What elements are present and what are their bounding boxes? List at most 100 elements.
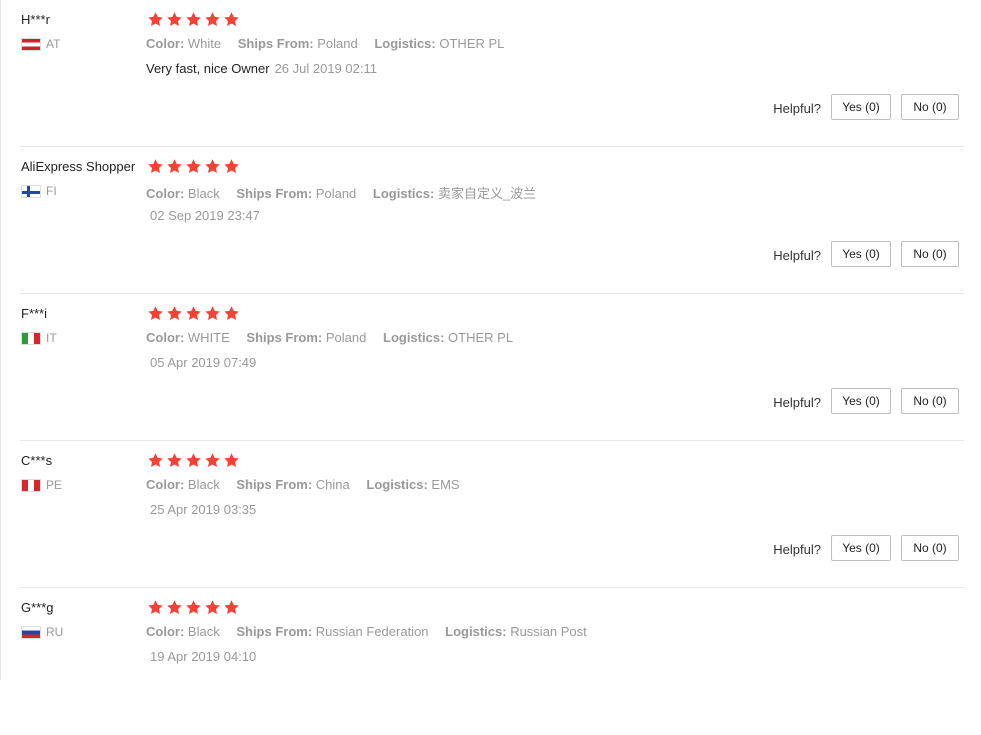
color-value: White xyxy=(187,36,222,51)
logistics-value: OTHER PL xyxy=(448,330,514,345)
star-icon xyxy=(223,158,240,175)
ships-from-value: Russian Federation xyxy=(315,624,429,639)
reviewer-country: IT xyxy=(21,331,57,345)
order-info: Color: Black Ships From: Russian Federat… xyxy=(146,624,600,639)
star-rating xyxy=(147,452,240,469)
star-icon xyxy=(166,599,183,616)
review-date: 05 Apr 2019 07:49 xyxy=(150,355,257,370)
ships-from-label: Ships From: xyxy=(236,477,313,492)
review-date: 19 Apr 2019 04:10 xyxy=(150,649,257,664)
country-code: IT xyxy=(46,331,57,345)
ships-from-value: Poland xyxy=(317,36,358,51)
color-label: Color: xyxy=(146,624,185,639)
reviewer-name: AliExpress Shopper xyxy=(21,159,136,174)
logistics-label: Logistics: xyxy=(383,330,445,345)
review-item: F***i IT Color: WHITE Ships From: Poland… xyxy=(0,294,981,441)
logistics-value: Russian Post xyxy=(510,624,587,639)
country-code: PE xyxy=(46,478,63,492)
logistics-value: 卖家自定义_波兰 xyxy=(437,186,537,201)
star-icon xyxy=(185,305,202,322)
helpful-label: Helpful? xyxy=(773,395,821,410)
star-icon xyxy=(204,305,221,322)
italy-flag-icon xyxy=(21,331,41,345)
star-icon xyxy=(147,305,164,322)
country-code: RU xyxy=(46,625,64,639)
ships-from-label: Ships From: xyxy=(246,330,323,345)
helpful-no-button[interactable]: No (0) xyxy=(901,94,959,120)
star-icon xyxy=(185,452,202,469)
color-label: Color: xyxy=(146,330,185,345)
ships-from-label: Ships From: xyxy=(237,36,314,51)
reviewer-name: C***s xyxy=(21,453,53,468)
peru-flag-icon xyxy=(21,478,41,492)
helpful-no-button[interactable]: No (0) xyxy=(901,388,959,414)
star-icon xyxy=(166,452,183,469)
review-item: C***s PE Color: Black Ships From: China … xyxy=(0,441,981,588)
helpful-yes-button[interactable]: Yes (0) xyxy=(831,241,891,267)
helpful-yes-button[interactable]: Yes (0) xyxy=(831,535,891,561)
helpful-label: Helpful? xyxy=(773,248,821,263)
star-icon xyxy=(204,11,221,28)
reviewer-country: RU xyxy=(21,625,63,639)
review-content: 19 Apr 2019 04:10 xyxy=(146,649,256,664)
review-item: G***g RU Color: Black Ships From: Russia… xyxy=(0,588,981,735)
star-icon xyxy=(204,452,221,469)
star-icon xyxy=(223,452,240,469)
helpful-no-button[interactable]: No (0) xyxy=(901,535,959,561)
helpful-label: Helpful? xyxy=(773,101,821,116)
reviewer-name: H***r xyxy=(21,12,50,27)
star-icon xyxy=(166,158,183,175)
review-date: 02 Sep 2019 23:47 xyxy=(150,208,260,223)
russia-flag-icon xyxy=(21,625,41,639)
reviewer-name: F***i xyxy=(21,306,48,321)
country-code: AT xyxy=(46,37,61,51)
ships-from-value: Poland xyxy=(325,330,367,345)
logistics-value: EMS xyxy=(431,477,460,492)
ships-from-value: China xyxy=(315,477,350,492)
ships-from-value: Poland xyxy=(315,186,357,201)
review-content: 02 Sep 2019 23:47 xyxy=(146,208,260,223)
reviewer-country: PE xyxy=(21,478,62,492)
logistics-label: Logistics: xyxy=(366,477,428,492)
star-icon xyxy=(147,158,164,175)
color-label: Color: xyxy=(146,186,185,201)
helpful-yes-button[interactable]: Yes (0) xyxy=(831,388,891,414)
star-icon xyxy=(185,599,202,616)
country-code: FI xyxy=(46,184,57,198)
color-value: Black xyxy=(187,624,220,639)
helpful-yes-button[interactable]: Yes (0) xyxy=(831,94,891,120)
color-value: WHITE xyxy=(187,330,230,345)
color-value: Black xyxy=(187,186,220,201)
review-text: Very fast, nice Owner xyxy=(146,61,270,76)
star-icon xyxy=(223,11,240,28)
helpful-label: Helpful? xyxy=(773,542,821,557)
review-content: Very fast, nice Owner 26 Jul 2019 02:11 xyxy=(146,61,377,76)
star-icon xyxy=(185,158,202,175)
review-content: 05 Apr 2019 07:49 xyxy=(146,355,256,370)
color-label: Color: xyxy=(146,36,185,51)
reviewer-country: FI xyxy=(21,184,57,198)
order-info: Color: WHITE Ships From: Poland Logistic… xyxy=(146,330,526,345)
austria-flag-icon xyxy=(21,37,41,51)
star-icon xyxy=(166,305,183,322)
ships-from-label: Ships From: xyxy=(236,186,313,201)
star-rating xyxy=(147,11,240,28)
star-rating xyxy=(147,158,240,175)
color-value: Black xyxy=(187,477,220,492)
star-icon xyxy=(185,11,202,28)
star-icon xyxy=(223,599,240,616)
logistics-label: Logistics: xyxy=(372,186,435,201)
helpful-no-button[interactable]: No (0) xyxy=(901,241,959,267)
order-info: Color: White Ships From: Poland Logistic… xyxy=(146,36,517,51)
star-icon xyxy=(204,158,221,175)
review-date: 25 Apr 2019 03:35 xyxy=(150,502,257,517)
review-item: H***r AT Color: White Ships From: Poland… xyxy=(0,0,981,147)
star-icon xyxy=(147,599,164,616)
order-info: Color: Black Ships From: China Logistics… xyxy=(146,477,473,492)
star-icon xyxy=(223,305,240,322)
logistics-value: OTHER PL xyxy=(439,36,505,51)
finland-flag-icon xyxy=(21,184,41,198)
logistics-label: Logistics: xyxy=(445,624,507,639)
reviewer-country: AT xyxy=(21,37,60,51)
review-item: AliExpress Shopper FI Color: Black Ships… xyxy=(0,147,981,294)
